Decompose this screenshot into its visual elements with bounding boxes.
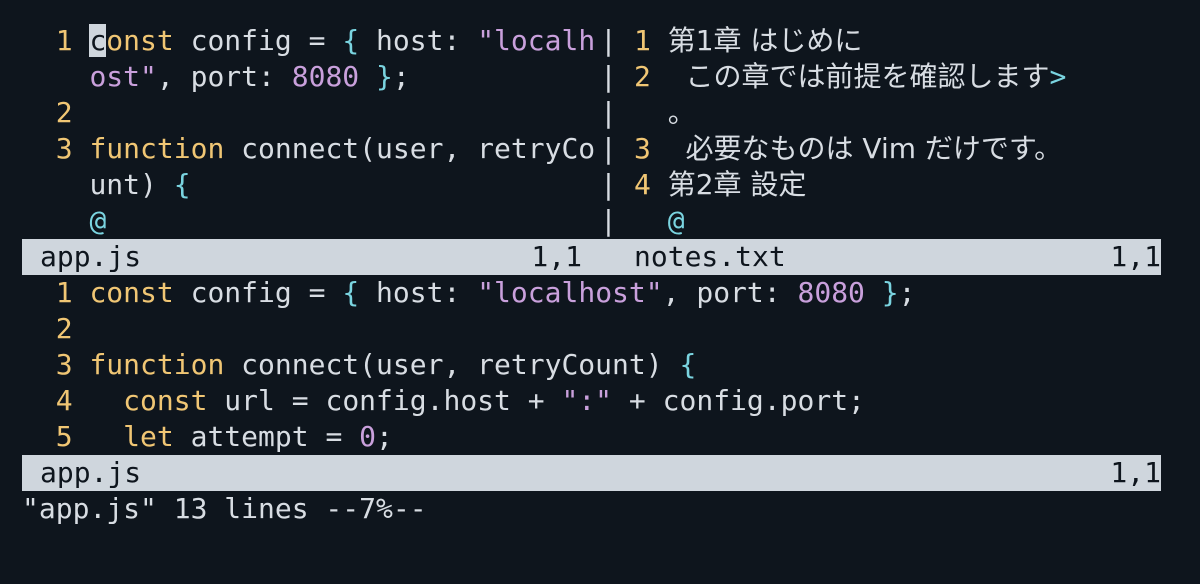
code-line: 2	[55, 312, 73, 345]
status-filename: app.js	[40, 456, 142, 489]
separator-char: |	[600, 204, 617, 237]
code-line: 5 let attempt = 0;	[55, 420, 393, 453]
code-line: 3 function connect(user, retryCo	[55, 132, 596, 165]
text-line: 2 この章では前提を確認します>	[634, 60, 1067, 93]
code-line: 1 const config = { host: "localh	[55, 24, 596, 57]
code-line: 1 const config = { host: "localhost", po…	[55, 276, 916, 309]
text-line-wrap: 。	[667, 96, 696, 129]
truncation-marker: @	[89, 204, 107, 237]
statusline-bottom[interactable]: app.js 1,1	[22, 455, 1161, 491]
cursor: c	[89, 24, 107, 57]
status-position: 1,1	[1110, 456, 1161, 489]
separator-char: |	[600, 168, 617, 201]
statusline-top-left[interactable]: app.js 1,1	[22, 239, 620, 275]
code-line-wrap: unt) {	[89, 168, 191, 201]
status-position: 1,1	[1110, 240, 1161, 273]
wrap-indicator: >	[1049, 60, 1067, 93]
truncation-marker: @	[667, 204, 685, 237]
code-line: 4 const url = config.host + ":" + config…	[55, 384, 865, 417]
vim-screen: 1 const config = { host: "localh ost", p…	[0, 0, 1200, 584]
statusline-top-right[interactable]: notes.txt 1,1	[618, 239, 1161, 275]
text-line: 1 第1章 はじめに	[634, 24, 863, 57]
separator-char: |	[600, 24, 617, 57]
separator-char: |	[600, 60, 617, 93]
status-position: 1,1	[531, 240, 582, 273]
command-line[interactable]: "app.js" 13 lines --7%--	[22, 491, 427, 527]
separator-char: |	[600, 132, 617, 165]
code-line: 3 function connect(user, retryCount) {	[55, 348, 697, 381]
separator-char: |	[600, 96, 617, 129]
status-filename: notes.txt	[634, 240, 786, 273]
code-line: 2	[55, 96, 73, 129]
status-filename: app.js	[40, 240, 142, 273]
code-line-wrap: ost", port: 8080 };	[89, 60, 410, 93]
text-line: 4 第2章 設定	[634, 168, 807, 201]
text-line: 3 必要なものは Vim だけです。	[634, 132, 1063, 165]
